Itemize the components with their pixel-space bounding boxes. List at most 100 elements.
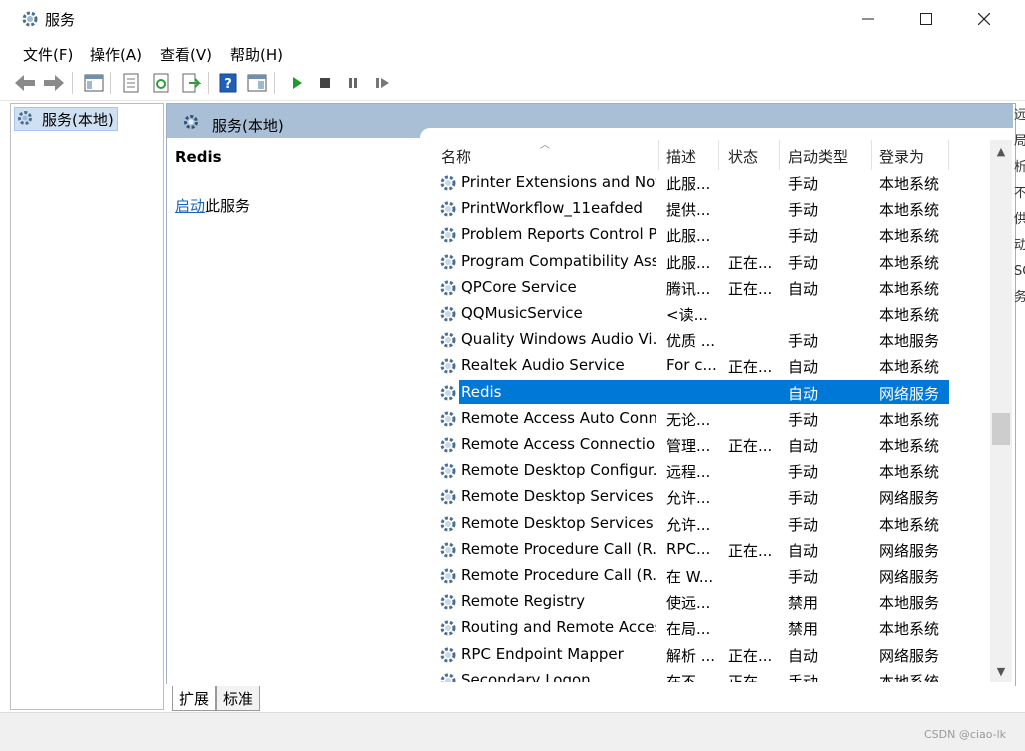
start-service-link[interactable]: 启动 [175,197,205,215]
menu-bar [0,38,1025,66]
console-tree-icon[interactable] [83,72,105,94]
service-logon-as: 本地系统 [879,437,940,455]
column-divider[interactable] [658,140,659,170]
maximize-button[interactable] [897,0,955,38]
service-row[interactable]: RPC Endpoint Mapper 解析 ... 正在... 自动 网络服务 [430,642,950,668]
service-row[interactable]: Realtek Audio Service For c... 正在... 自动 本地系统 [430,353,950,379]
restart-service-icon[interactable] [372,72,394,94]
scroll-up-arrow-icon[interactable]: ▲ [990,140,1012,162]
service-name: Problem Reports Control P... [461,225,656,244]
service-name: Realtek Audio Service [461,356,625,375]
service-row[interactable]: Secondary Logon 在不... 正在... 手动 本地系统 [430,668,950,682]
service-row[interactable]: Redis 自动 网络服务 [430,379,950,406]
console-tree-pane [10,103,164,710]
help-icon[interactable]: ? [217,72,239,94]
column-header-status[interactable]: 状态 [728,146,758,167]
service-startup-type: 禁用 [788,620,819,639]
service-row[interactable]: Quality Windows Audio Vi... 优质 ... 手动 本地服务 [430,327,950,353]
column-header-description[interactable]: 描述 [666,146,696,167]
panel-header-title: 服务(本地) [212,117,284,135]
forward-arrow-icon[interactable] [43,72,65,94]
menu-view[interactable]: 查看(V) [160,44,212,65]
service-gear-icon [438,618,458,638]
refresh-icon[interactable] [150,72,172,94]
scroll-down-arrow-icon[interactable]: ▼ [990,660,1012,682]
service-row[interactable]: Remote Procedure Call (R... 在 W... 手动 网络服务 [430,563,950,589]
service-description: 允许... [666,489,711,508]
stop-service-icon[interactable] [314,72,336,94]
menu-action[interactable]: 操作(A) [90,44,142,65]
service-description: RPC... [666,539,711,558]
service-row[interactable]: Routing and Remote Access 在局... 禁用 本地系统 [430,615,950,641]
service-row[interactable]: Printer Extensions and Noti... 此服... 手动 本地系… [430,170,950,196]
view-icon[interactable] [246,72,268,94]
close-button[interactable] [955,0,1013,38]
service-row[interactable]: Remote Procedure Call (R... RPC... 正在... 自动… [430,537,950,563]
service-gear-icon [438,225,458,245]
service-logon-as: 本地服务 [879,594,940,613]
service-startup-type: 手动 [788,515,819,534]
pause-service-icon[interactable] [342,72,364,94]
column-divider[interactable] [948,140,949,170]
service-logon-as: 本地系统 [879,175,940,193]
service-row[interactable]: Remote Registry 使远... 禁用 本地服务 [430,589,950,615]
column-header-startup-type[interactable]: 启动类型 [788,146,848,167]
service-logon-as: 本地系统 [879,515,940,534]
background-window-peek: 远局析不供动 SC 务 [1014,103,1025,343]
vertical-scrollbar[interactable] [990,140,1012,682]
service-name: QQMusicService [461,304,583,322]
service-status: 正在... [728,279,773,298]
service-row[interactable]: Remote Desktop Services ... 允许... 手动 本地系统 [430,511,950,537]
peek-char: 析 [1014,160,1025,175]
services-list: Printer Extensions and Noti...此服...手动本地系… [430,170,990,682]
service-row[interactable]: PrintWorkflow_11eafded 提供... 手动 本地系统 [430,196,950,222]
tree-item-label: 服务(本地) [42,111,114,129]
tab-extended[interactable]: 扩展 [172,686,216,711]
services-gear-icon [16,109,34,127]
service-startup-type: 手动 [788,175,819,193]
service-name: Program Compatibility Assi... [461,251,656,270]
service-startup-type: 手动 [788,489,819,508]
service-logon-as: 网络服务 [879,541,940,560]
properties-icon[interactable] [120,72,142,94]
service-row[interactable]: Remote Access Connectio... 管理... 正在... 自动 本地… [430,432,950,458]
service-row[interactable]: Remote Desktop Configur... 远程... 手动 本地系统 [430,458,950,484]
menu-help[interactable]: 帮助(H) [230,44,283,65]
service-description: 在不... [666,672,711,682]
column-header-logon-as[interactable]: 登录为 [879,146,924,167]
service-gear-icon [438,487,458,507]
service-logon-as: 本地系统 [879,306,940,324]
service-row[interactable]: Program Compatibility Assi... 此服... 正在... 手… [430,249,950,275]
service-startup-type: 自动 [788,384,819,403]
column-divider[interactable] [871,140,872,170]
service-row[interactable]: QQMusicService <读... 本地系统 [430,301,950,327]
column-header-name[interactable]: 名称 [441,146,471,167]
service-gear-icon [438,592,458,612]
menu-file[interactable]: 文件(F) [23,44,73,65]
service-startup-type: 手动 [788,227,819,246]
service-gear-icon [438,304,458,324]
minimize-button[interactable] [839,0,897,38]
export-list-icon[interactable] [180,72,202,94]
service-name: Remote Desktop Services ... [461,513,656,532]
peek-char: 务 [1014,290,1025,305]
service-description: 远程... [666,463,711,482]
start-service-icon[interactable] [286,72,308,94]
column-divider[interactable] [779,140,780,170]
service-row[interactable]: Remote Desktop Services 允许... 手动 网络服务 [430,484,950,510]
service-row[interactable]: Remote Access Auto Conn... 无论... 手动 本地系统 [430,406,950,432]
column-divider[interactable] [718,140,719,170]
service-row[interactable]: QPCore Service 腾讯... 正在... 自动 本地系统 [430,275,950,301]
service-description: 腾讯... [666,279,711,298]
service-row[interactable]: Problem Reports Control P... 此服... 手动 本地系统 [430,222,950,248]
service-status: 正在... [728,541,773,560]
service-gear-icon [438,645,458,665]
service-description: 在局... [666,620,711,639]
service-gear-icon [438,383,458,403]
service-logon-as: 本地系统 [879,201,940,220]
scrollbar-thumb[interactable] [992,413,1010,445]
service-logon-as: 本地系统 [879,227,940,246]
back-arrow-icon[interactable] [14,72,36,94]
service-gear-icon [438,566,458,586]
tab-standard[interactable]: 标准 [216,686,260,711]
